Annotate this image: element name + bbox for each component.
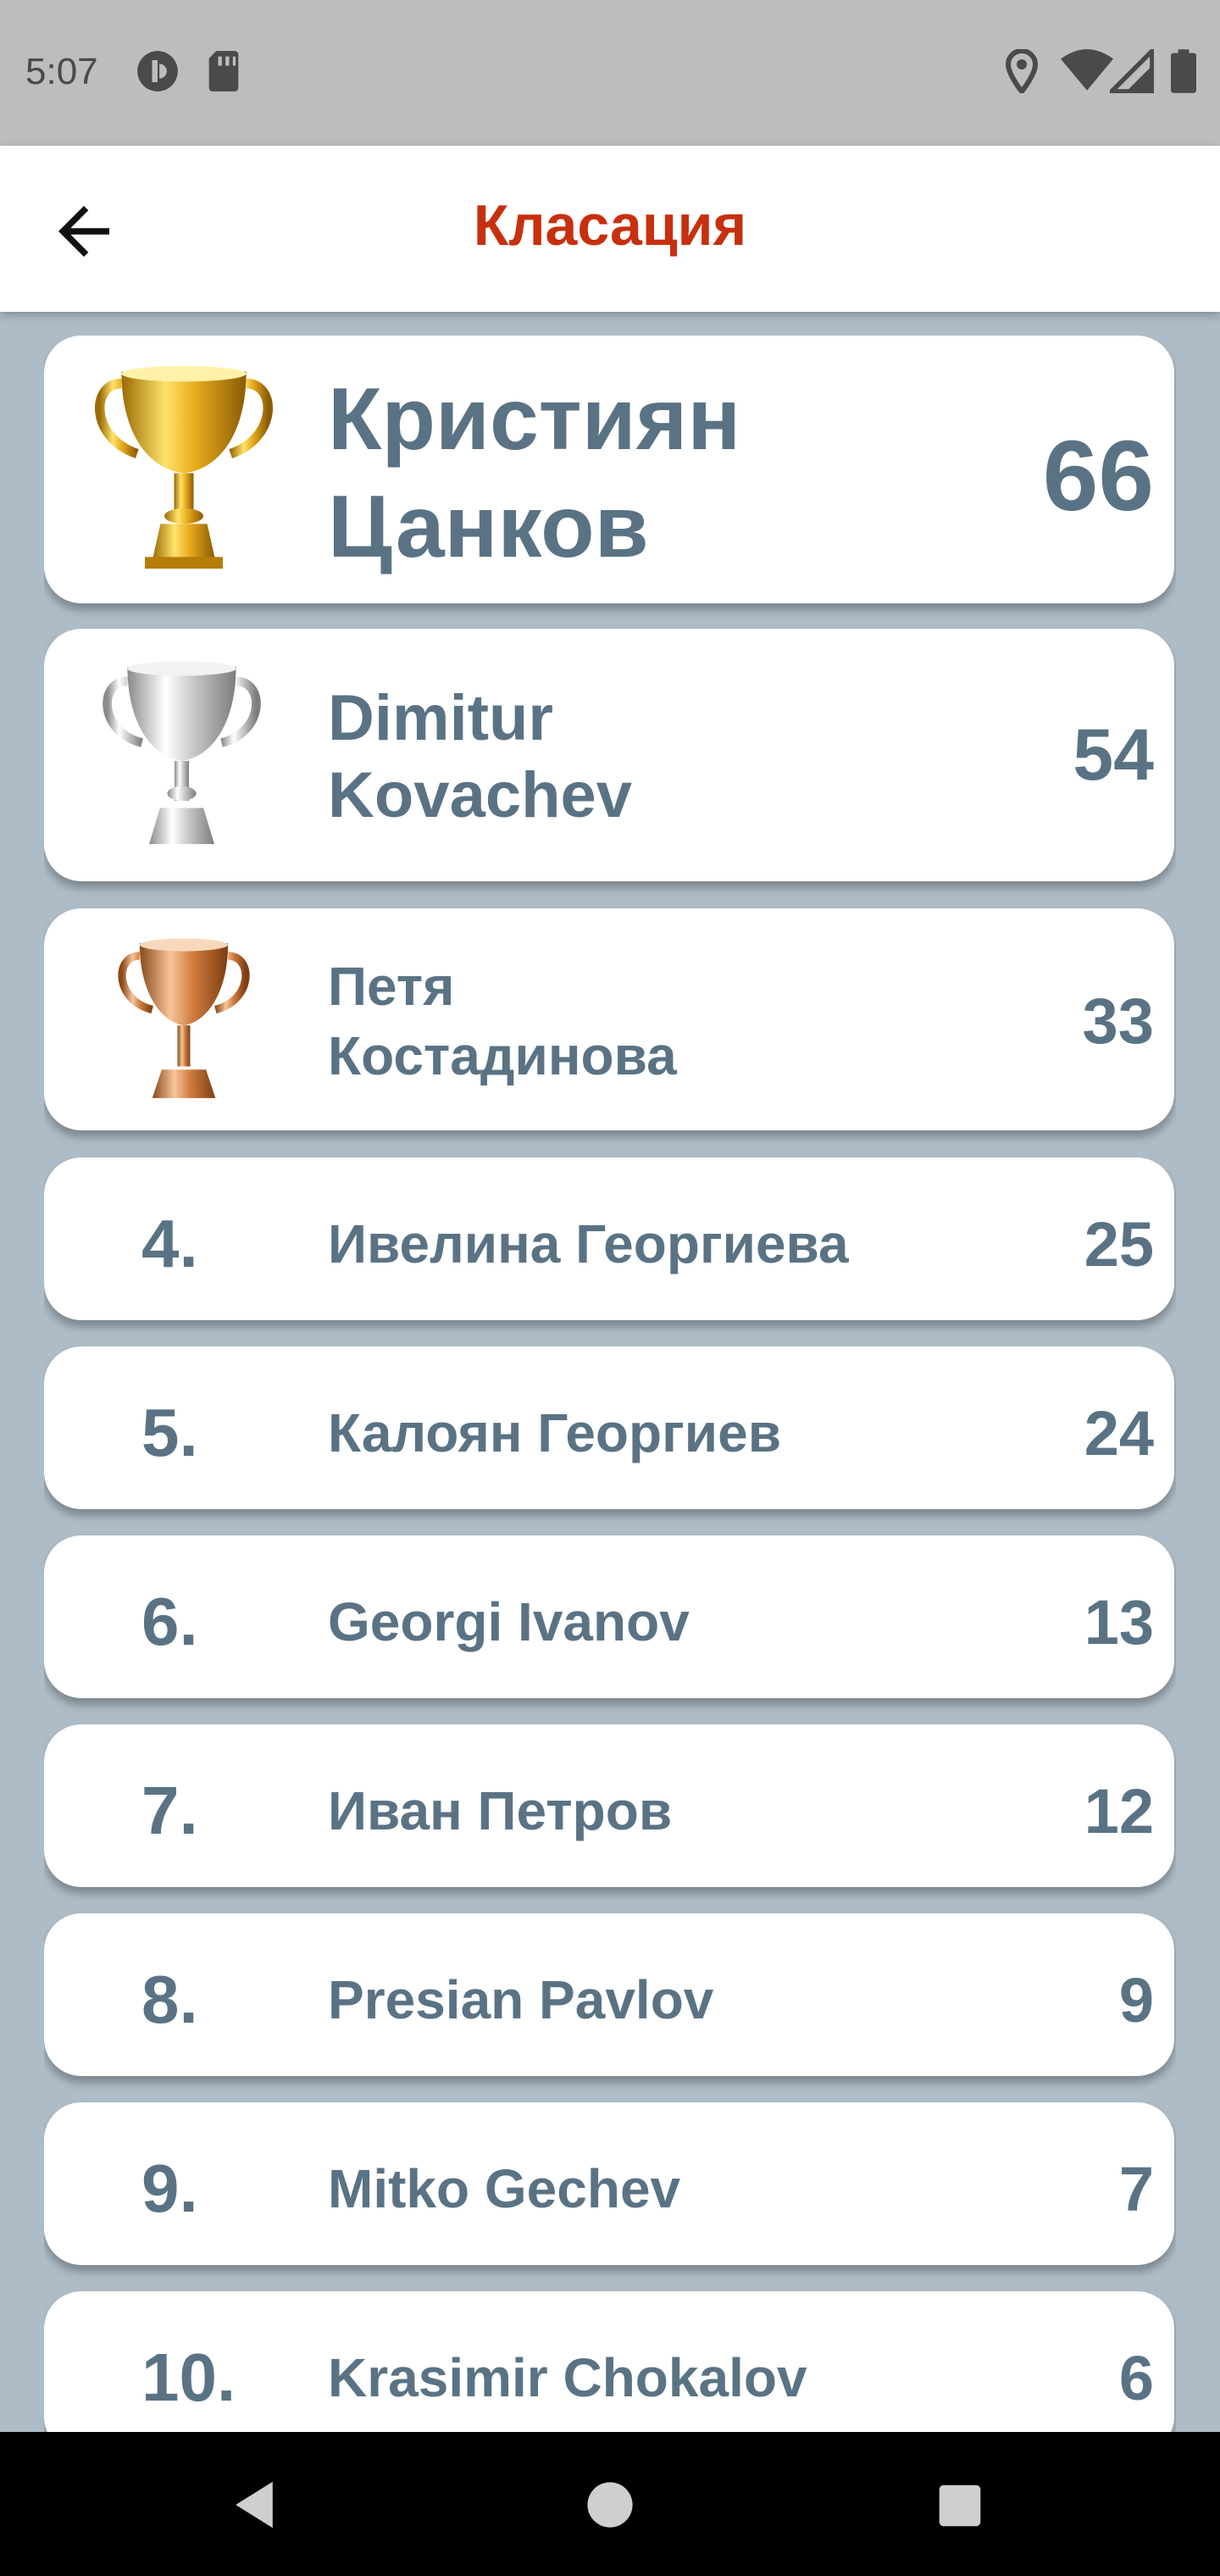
location-icon xyxy=(1005,49,1039,93)
gold-trophy-icon xyxy=(95,365,273,569)
player-rank: 7. xyxy=(141,1773,198,1848)
player-name: Калоян Георгиев xyxy=(328,1402,782,1463)
player-score: 9 xyxy=(1118,1965,1154,2035)
ranking-card[interactable]: 6. Georgi Ivanov 13 xyxy=(44,1535,1174,1698)
home-nav-icon[interactable] xyxy=(586,2481,634,2529)
player-name: Кристиян Цанков xyxy=(328,370,741,576)
player-name: Mitko Gechev xyxy=(328,2158,681,2219)
player-rank: 10. xyxy=(141,2340,236,2415)
back-nav-icon[interactable] xyxy=(230,2479,278,2530)
status-time: 5:07 xyxy=(25,51,98,92)
ranking-card[interactable]: 5. Калоян Георгиев 24 xyxy=(44,1346,1174,1509)
player-score: 7 xyxy=(1118,2154,1154,2224)
ranking-card[interactable]: 9. Mitko Gechev 7 xyxy=(44,2102,1174,2265)
player-score: 24 xyxy=(1084,1398,1154,1468)
player-rank: 9. xyxy=(141,2151,198,2226)
player-score: 54 xyxy=(1073,714,1154,796)
player-name: Ивелина Георгиева xyxy=(328,1213,849,1274)
player-rank: 4. xyxy=(141,1206,198,1281)
player-name: Dimitur Kovachev xyxy=(328,682,633,832)
sd-card-icon xyxy=(208,51,239,92)
ranking-card-first[interactable]: Кристиян Цанков 66 xyxy=(44,336,1174,603)
player-name: Krasimir Chokalov xyxy=(328,2347,807,2408)
player-score: 66 xyxy=(1042,420,1154,532)
player-score: 13 xyxy=(1084,1587,1154,1657)
player-score: 12 xyxy=(1084,1776,1154,1846)
player-name: Presian Pavlov xyxy=(328,1969,714,2030)
player-score: 33 xyxy=(1082,985,1154,1058)
player-name: Georgi Ivanov xyxy=(328,1591,690,1652)
player-name: Петя Костадинова xyxy=(328,956,677,1086)
player-score: 6 xyxy=(1118,2343,1154,2413)
battery-icon xyxy=(1171,49,1196,93)
ranking-card[interactable]: 10. Krasimir Chokalov 6 xyxy=(44,2291,1174,2432)
player-rank: 6. xyxy=(141,1584,198,1659)
player-rank: 5. xyxy=(141,1395,198,1470)
wifi-icon xyxy=(1061,49,1113,91)
ranking-card[interactable]: 4. Ивелина Георгиева 25 xyxy=(44,1158,1174,1320)
player-rank: 8. xyxy=(141,1962,198,2037)
recents-nav-icon[interactable] xyxy=(937,2483,983,2529)
ranking-card[interactable]: 7. Иван Петров 12 xyxy=(44,1724,1174,1887)
silver-trophy-icon xyxy=(103,661,261,845)
ranking-list[interactable]: Кристиян Цанков 66 Dimitur Kovachev 54 П… xyxy=(44,336,1176,2432)
status-bar: 5:07 xyxy=(0,0,1220,146)
signal-icon xyxy=(1110,49,1154,93)
ranking-card-third[interactable]: Петя Костадинова 33 xyxy=(44,908,1174,1130)
ranking-card-second[interactable]: Dimitur Kovachev 54 xyxy=(44,629,1174,881)
ranking-card[interactable]: 8. Presian Pavlov 9 xyxy=(44,1913,1174,2076)
bronze-trophy-icon xyxy=(118,938,250,1098)
app-bar: Класация xyxy=(0,146,1220,312)
page-title: Класация xyxy=(473,193,747,258)
player-score: 25 xyxy=(1084,1209,1154,1280)
system-nav-bar xyxy=(0,2432,1220,2576)
player-name: Иван Петров xyxy=(328,1780,673,1841)
privacy-icon xyxy=(137,51,178,92)
